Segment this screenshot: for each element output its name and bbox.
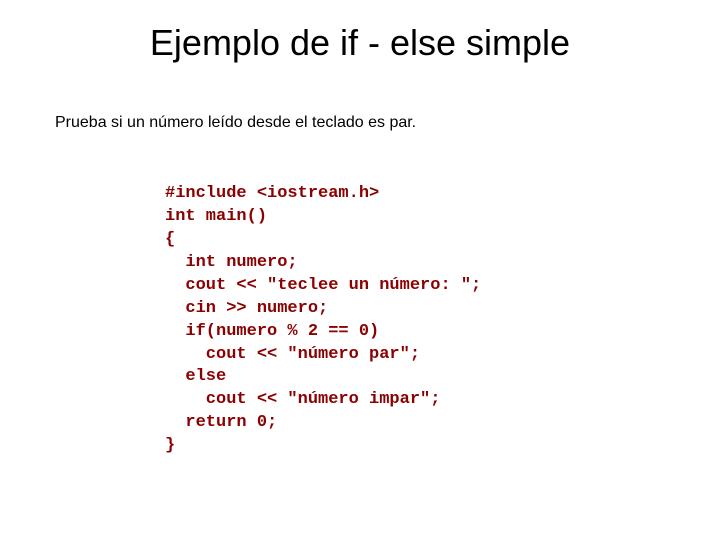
code-line: return 0; (165, 413, 277, 432)
code-line: if(numero % 2 == 0) (165, 322, 379, 341)
code-line: { (165, 230, 175, 249)
slide-title: Ejemplo de if - else simple (0, 0, 720, 64)
code-line: cout << "teclee un número: "; (165, 276, 481, 295)
code-line: int main() (165, 207, 267, 226)
code-line: cin >> numero; (165, 299, 328, 318)
code-line: #include <iostream.h> (165, 184, 379, 203)
slide-subtitle: Prueba si un número leído desde el tecla… (0, 64, 720, 132)
code-line: int numero; (165, 253, 298, 272)
code-line: } (165, 436, 175, 455)
code-line: cout << "número par"; (165, 345, 420, 364)
code-block: #include <iostream.h> int main() { int n… (0, 132, 720, 458)
code-line: else (165, 367, 226, 386)
code-line: cout << "número impar"; (165, 390, 440, 409)
